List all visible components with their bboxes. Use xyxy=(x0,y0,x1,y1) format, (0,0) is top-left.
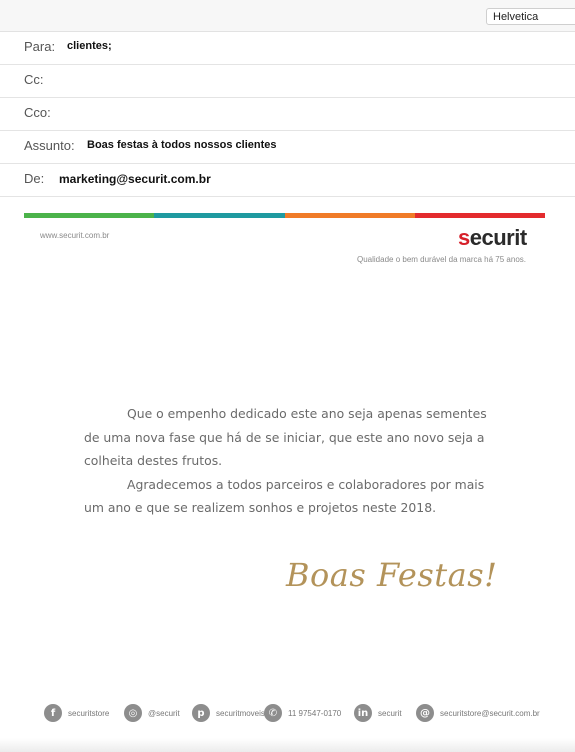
email-address: securitstore@securit.com.br xyxy=(440,708,540,718)
color-stripe-bar xyxy=(24,213,545,218)
cc-row[interactable]: Cc: xyxy=(0,65,575,98)
cc-label: Cc: xyxy=(24,72,44,87)
bottom-edge xyxy=(0,738,575,752)
greeting-script: Boas Festas! xyxy=(286,556,498,594)
linkedin-handle: securit xyxy=(378,708,402,718)
from-label: De: xyxy=(24,171,45,186)
facebook-handle: securitstore xyxy=(68,708,110,718)
stripe-teal xyxy=(154,213,285,218)
bcc-row[interactable]: Cco: xyxy=(0,98,575,131)
stripe-green xyxy=(24,213,155,218)
email-icon: @ xyxy=(416,704,434,722)
to-row[interactable]: Para: clientes; xyxy=(0,32,575,65)
message-paragraph-2: Agradecemos a todos parceiros e colabora… xyxy=(84,476,485,516)
site-url[interactable]: www.securit.com.br xyxy=(40,231,109,240)
social-footer: f securitstore ◎ @securit p securitmovei… xyxy=(44,702,554,724)
linkedin-icon: in xyxy=(354,704,372,722)
brand-tagline: Qualidade o bem durável da marca há 75 a… xyxy=(357,255,526,264)
securit-logo: securit xyxy=(458,225,527,251)
font-select[interactable]: Helvetica xyxy=(486,8,575,25)
instagram-handle: @securit xyxy=(148,708,180,718)
logo-letter-s: s xyxy=(458,225,470,250)
facebook-link[interactable]: f securitstore xyxy=(44,702,109,724)
subject-row[interactable]: Assunto: Boas festas à todos nossos clie… xyxy=(0,131,575,164)
whatsapp-number: 11 97547-0170 xyxy=(288,708,342,718)
message-paragraph-1: Que o empenho dedicado este ano seja ape… xyxy=(84,406,487,468)
pinterest-handle: securitmoveis xyxy=(216,708,265,718)
instagram-link[interactable]: ◎ @securit xyxy=(124,702,180,724)
stripe-red xyxy=(414,213,545,218)
subject-field[interactable]: Boas festas à todos nossos clientes xyxy=(87,139,277,151)
instagram-icon: ◎ xyxy=(124,704,142,722)
facebook-icon: f xyxy=(44,704,62,722)
from-row[interactable]: De: marketing@securit.com.br xyxy=(0,164,575,197)
whatsapp-link[interactable]: ✆ 11 97547-0170 xyxy=(264,702,341,724)
linkedin-link[interactable]: in securit xyxy=(354,702,402,724)
message-body: Que o empenho dedicado este ano seja ape… xyxy=(84,402,504,520)
to-label: Para: xyxy=(24,39,56,54)
email-link[interactable]: @ securitstore@securit.com.br xyxy=(416,702,540,724)
logo-rest: ecurit xyxy=(469,225,527,250)
format-toolbar: Helvetica xyxy=(0,0,575,32)
pinterest-icon: p xyxy=(192,704,210,722)
stripe-orange xyxy=(284,213,415,218)
bcc-label: Cco: xyxy=(24,105,51,120)
whatsapp-icon: ✆ xyxy=(264,704,282,722)
from-field[interactable]: marketing@securit.com.br xyxy=(59,172,211,186)
subject-label: Assunto: xyxy=(24,138,75,153)
pinterest-link[interactable]: p securitmoveis xyxy=(192,702,265,724)
to-field[interactable]: clientes; xyxy=(67,40,112,52)
